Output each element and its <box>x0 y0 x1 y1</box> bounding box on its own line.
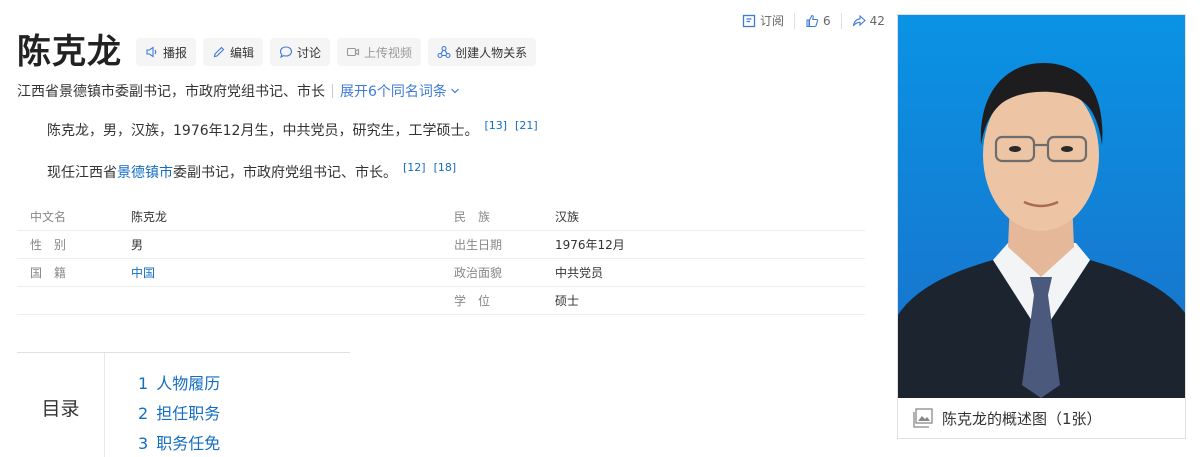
toc-label: 目录 <box>17 353 105 457</box>
info-row: 国 籍 中国 政治面貌 中共党员 <box>17 259 865 287</box>
info-cell: 学 位 硕士 <box>441 292 865 309</box>
info-row: 性 别 男 出生日期 1976年12月 <box>17 231 865 259</box>
subtitle-row: 江西省景德镇市委副书记，市政府党组书记、市长 展开6个同名词条 <box>17 81 460 101</box>
toc-item-number: 3 <box>138 434 149 453</box>
info-key: 政治面貌 <box>454 266 503 280</box>
image-gallery-icon <box>913 408 933 428</box>
share-icon <box>852 14 866 26</box>
expand-homonyms-label: 展开6个同名词条 <box>340 84 447 100</box>
subscribe-label: 订阅 <box>760 14 785 28</box>
toc-item-appointments[interactable]: 3 职务任免 <box>138 433 220 457</box>
relation-graph-icon <box>437 45 451 59</box>
toc-item-label: 人物履历 <box>156 374 221 393</box>
info-cell: 国 籍 中国 <box>17 264 441 281</box>
edit-label: 编辑 <box>230 45 255 60</box>
edit-button[interactable]: 编辑 <box>203 38 264 66</box>
info-value: 汉族 <box>555 210 580 224</box>
info-value: 硕士 <box>555 294 580 308</box>
toc-item-label: 担任职务 <box>156 404 221 423</box>
info-value: 男 <box>131 238 144 252</box>
toc-item-number: 2 <box>138 404 149 423</box>
subtitle-text: 江西省景德镇市委副书记，市政府党组书记、市长 <box>17 84 325 100</box>
pencil-icon <box>213 46 225 58</box>
photo-caption-text: 陈克龙的概述图（1张） <box>942 409 1102 428</box>
info-cell: 政治面貌 中共党员 <box>441 264 865 281</box>
summary-text: 现任江西省 <box>47 165 117 181</box>
expand-homonyms-link[interactable]: 展开6个同名词条 <box>340 81 460 101</box>
toc-item-career[interactable]: 1 人物履历 <box>138 373 220 403</box>
subtitle-divider <box>332 84 333 98</box>
page-title: 陈克龙 <box>17 32 122 72</box>
toc-item-positions[interactable]: 2 担任职务 <box>138 403 220 433</box>
toc-list: 1 人物履历 2 担任职务 3 职务任免 <box>105 353 220 457</box>
reference-link[interactable]: [21] <box>515 119 538 132</box>
like-button[interactable]: 6 <box>795 14 841 28</box>
summary-photo-card[interactable]: 陈克龙的概述图（1张） <box>897 14 1186 439</box>
info-key: 国 籍 <box>30 266 67 280</box>
discuss-button[interactable]: 讨论 <box>270 38 331 66</box>
info-value: 陈克龙 <box>131 210 168 224</box>
reference-link[interactable]: [12] <box>403 161 426 174</box>
info-key: 中文名 <box>30 210 67 224</box>
create-relation-button[interactable]: 创建人物关系 <box>428 38 537 66</box>
info-cell: 性 别 男 <box>17 236 441 253</box>
info-value: 1976年12月 <box>555 238 625 252</box>
thumbs-up-icon <box>806 14 819 27</box>
summary-text: 委副书记，市政府党组书记、市长。 <box>173 165 397 181</box>
summary-paragraph-2: 现任江西省景德镇市委副书记，市政府党组书记、市长。 [12] [18] <box>47 158 456 183</box>
upload-video-button[interactable]: 上传视频 <box>337 38 422 66</box>
summary-text: 陈克龙，男，汉族，1976年12月生，中共党员，研究生，工学硕士。 <box>47 123 479 139</box>
toc-item-number: 1 <box>138 374 149 393</box>
chat-bubble-icon <box>279 46 293 59</box>
subscribe-icon <box>742 14 756 27</box>
info-cell: 中文名 陈克龙 <box>17 208 441 225</box>
jingdezhen-link[interactable]: 景德镇市 <box>117 165 173 181</box>
info-value: 中共党员 <box>555 266 604 280</box>
info-row: 学 位 硕士 <box>17 287 865 315</box>
portrait-illustration <box>898 15 1185 398</box>
video-camera-icon <box>346 47 360 57</box>
reference-link[interactable]: [18] <box>434 161 457 174</box>
upload-video-label: 上传视频 <box>364 45 413 60</box>
info-key: 出生日期 <box>454 238 503 252</box>
summary-paragraph-1: 陈克龙，男，汉族，1976年12月生，中共党员，研究生，工学硕士。 [13] [21… <box>47 116 538 141</box>
info-cell: 民 族 汉族 <box>441 208 865 225</box>
info-row: 中文名 陈克龙 民 族 汉族 <box>17 203 865 231</box>
broadcast-button[interactable]: 播报 <box>136 38 197 66</box>
speaker-icon <box>146 46 157 58</box>
top-actions: 订阅 6 42 <box>742 12 895 29</box>
info-key: 学 位 <box>454 294 491 308</box>
reference-link[interactable]: [13] <box>484 119 507 132</box>
broadcast-label: 播报 <box>163 45 188 60</box>
table-of-contents: 目录 1 人物履历 2 担任职务 3 职务任免 <box>17 352 350 457</box>
create-relation-label: 创建人物关系 <box>455 45 528 60</box>
info-key: 民 族 <box>454 210 491 224</box>
like-count: 6 <box>823 13 831 28</box>
share-count: 42 <box>869 13 885 28</box>
basic-info-table: 中文名 陈克龙 民 族 汉族 性 别 男 出生日期 1976年12月 国 籍 中… <box>17 203 865 315</box>
toc-item-label: 职务任免 <box>156 434 221 453</box>
chevron-down-icon <box>450 88 459 94</box>
info-key: 性 别 <box>30 238 67 252</box>
china-link[interactable]: 中国 <box>131 264 155 281</box>
portrait-photo[interactable] <box>898 15 1185 398</box>
title-row: 陈克龙 播报 编辑 讨论 上传视频 创建人物关系 <box>17 30 543 74</box>
discuss-label: 讨论 <box>297 45 322 60</box>
info-cell: 出生日期 1976年12月 <box>441 236 865 253</box>
photo-caption[interactable]: 陈克龙的概述图（1张） <box>898 398 1185 438</box>
share-button[interactable]: 42 <box>842 14 895 28</box>
subscribe-button[interactable]: 订阅 <box>742 12 794 29</box>
